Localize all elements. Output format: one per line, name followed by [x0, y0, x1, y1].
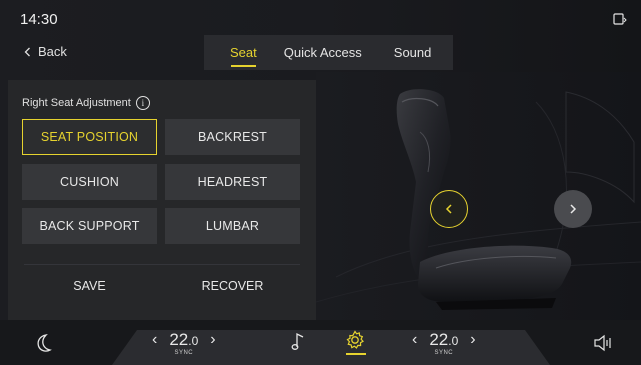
right-temperature-control: ‹ 22.0 SYNC ›: [412, 330, 476, 356]
seat-settings-screen: 14:30 Back Seat Quick Access Sound Right…: [0, 0, 641, 365]
seat-next-button[interactable]: [554, 190, 592, 228]
moon-icon[interactable]: [34, 333, 54, 353]
panel-title-text: Right Seat Adjustment: [22, 97, 131, 109]
save-button[interactable]: SAVE: [22, 268, 157, 304]
tab-quick-access[interactable]: Quick Access: [284, 35, 362, 70]
seat-image: [315, 72, 641, 320]
status-bar: 14:30: [0, 0, 641, 36]
info-icon[interactable]: i: [135, 96, 150, 110]
tab-seat[interactable]: Seat: [230, 35, 257, 70]
chevron-left-icon: [445, 204, 452, 214]
right-temp-down-button[interactable]: ‹: [412, 331, 417, 349]
left-temperature: 22.0 SYNC: [169, 330, 199, 356]
left-sync-label[interactable]: SYNC: [169, 350, 198, 356]
panel-title: Right Seat Adjustment i: [22, 96, 150, 110]
backrest-button[interactable]: BACKREST: [165, 119, 300, 155]
bottom-bar-background: [0, 320, 641, 365]
back-chevron-icon: [24, 47, 30, 56]
right-temp-up-button[interactable]: ›: [470, 331, 475, 349]
seat-visual: [315, 72, 641, 320]
volume-icon[interactable]: [593, 334, 615, 352]
bottom-bar: ‹ 22.0 SYNC › ‹ 22.0 SYNC ›: [0, 320, 641, 365]
settings-active-indicator: [346, 353, 366, 355]
right-temperature: 22.0 SYNC: [429, 330, 459, 356]
left-temperature-control: ‹ 22.0 SYNC ›: [152, 330, 216, 356]
left-temp-whole: 22: [169, 330, 189, 349]
lumbar-button[interactable]: LUMBAR: [165, 208, 300, 244]
left-temp-down-button[interactable]: ‹: [152, 331, 157, 349]
back-support-button[interactable]: BACK SUPPORT: [22, 208, 157, 244]
panel-divider: [24, 264, 300, 265]
music-note-icon[interactable]: [290, 331, 308, 351]
seat-adjustment-panel: Right Seat Adjustment i SEAT POSITION BA…: [8, 80, 316, 320]
tab-sound[interactable]: Sound: [394, 35, 432, 70]
clock: 14:30: [20, 11, 58, 28]
right-temp-decimal: .0: [448, 334, 459, 348]
headrest-button[interactable]: HEADREST: [165, 164, 300, 200]
back-label: Back: [38, 44, 67, 59]
phone-icon[interactable]: [613, 13, 627, 25]
chevron-right-icon: [570, 204, 577, 214]
settings-tab[interactable]: [345, 330, 367, 356]
cushion-button[interactable]: CUSHION: [22, 164, 157, 200]
left-temp-decimal: .0: [188, 334, 199, 348]
seat-prev-button[interactable]: [430, 190, 468, 228]
back-button[interactable]: Back: [24, 44, 67, 59]
left-temp-up-button[interactable]: ›: [210, 331, 215, 349]
tab-bar: Seat Quick Access Sound: [204, 35, 453, 70]
settings-gear-icon: [346, 330, 364, 349]
right-temp-whole: 22: [429, 330, 449, 349]
seat-position-button[interactable]: SEAT POSITION: [22, 119, 157, 155]
recover-button[interactable]: RECOVER: [165, 268, 300, 304]
right-sync-label[interactable]: SYNC: [429, 350, 458, 356]
